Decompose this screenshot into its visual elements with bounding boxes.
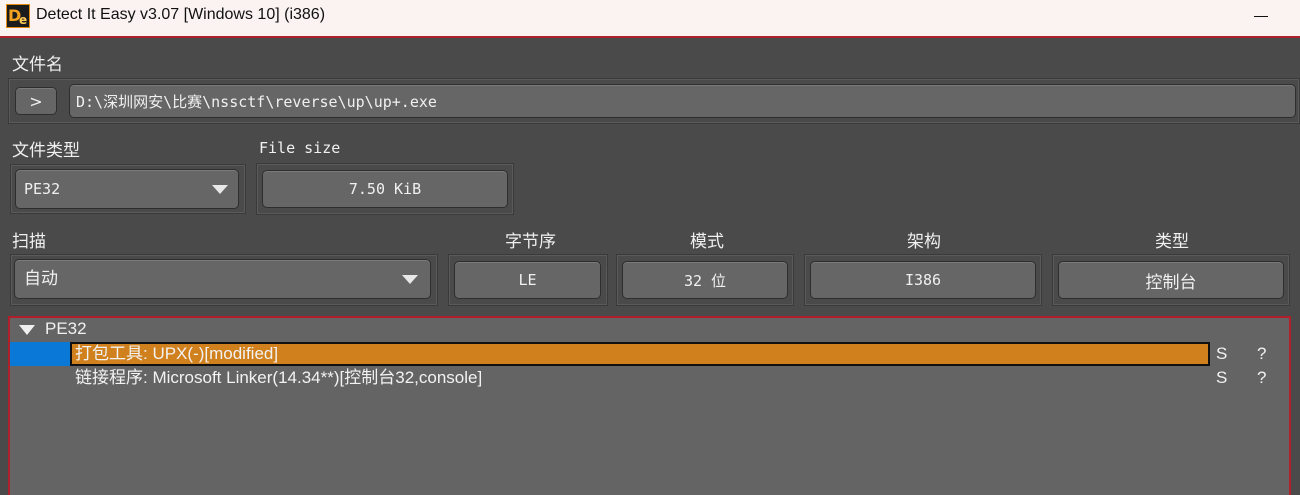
endianness-group: LE: [448, 254, 608, 306]
window-title: Detect It Easy v3.07 [Windows 10] (i386): [36, 6, 326, 23]
chevron-down-icon: [212, 185, 228, 194]
file-size-value: 7.50 KiB: [262, 170, 508, 208]
file-type-value: PE32: [24, 180, 61, 198]
collapse-triangle-icon[interactable]: [19, 325, 35, 335]
info-question-button[interactable]: ?: [1257, 342, 1266, 366]
file-size-group: 7.50 KiB: [256, 163, 514, 215]
file-path-input[interactable]: D:\深圳网安\比赛\nssctf\reverse\up\up+.exe: [69, 84, 1296, 118]
tree-root-pe32[interactable]: PE32: [45, 318, 87, 340]
file-name-label: 文件名: [12, 55, 63, 75]
arch-group: I386: [804, 254, 1042, 306]
info-question-button[interactable]: ?: [1257, 366, 1266, 390]
app-logo-icon: De: [6, 4, 30, 28]
arch-value: I386: [810, 261, 1036, 299]
scan-mode-select[interactable]: 自动: [14, 259, 431, 299]
result-row-text[interactable]: 打包工具: UPX(-)[modified]: [75, 342, 278, 366]
mode-group: 32 位: [616, 254, 794, 306]
file-type-label: 文件类型: [12, 141, 80, 161]
type-group: 控制台: [1052, 254, 1290, 306]
mode-value: 32 位: [622, 261, 788, 299]
browse-button[interactable]: >: [15, 87, 57, 115]
arch-label: 架构: [907, 232, 941, 252]
type-value: 控制台: [1058, 261, 1284, 299]
scan-group: 自动: [10, 254, 438, 306]
result-row-text[interactable]: 链接程序: Microsoft Linker(14.34**)[控制台32,co…: [75, 366, 482, 390]
type-label: 类型: [1155, 232, 1189, 252]
minimize-icon[interactable]: [1244, 4, 1284, 28]
file-size-label: File size: [259, 139, 341, 157]
endianness-value: LE: [454, 261, 601, 299]
row-selection-marker: [10, 342, 70, 366]
scan-mode-value: 自动: [24, 269, 58, 289]
endianness-label: 字节序: [505, 232, 556, 252]
file-path-value: D:\深圳网安\比赛\nssctf\reverse\up\up+.exe: [76, 93, 437, 111]
scan-label: 扫描: [12, 232, 46, 252]
title-bar: De Detect It Easy v3.07 [Windows 10] (i3…: [0, 0, 1300, 38]
signature-s-button[interactable]: S: [1216, 366, 1227, 390]
results-tree[interactable]: PE32 打包工具: UPX(-)[modified] S ? 链接程序: Mi…: [8, 316, 1291, 495]
file-type-select[interactable]: PE32: [15, 169, 239, 209]
file-name-group: > D:\深圳网安\比赛\nssctf\reverse\up\up+.exe: [8, 78, 1300, 124]
mode-label: 模式: [690, 232, 724, 252]
chevron-down-icon: [402, 275, 418, 284]
signature-s-button[interactable]: S: [1216, 342, 1227, 366]
file-type-group: PE32: [10, 164, 246, 214]
